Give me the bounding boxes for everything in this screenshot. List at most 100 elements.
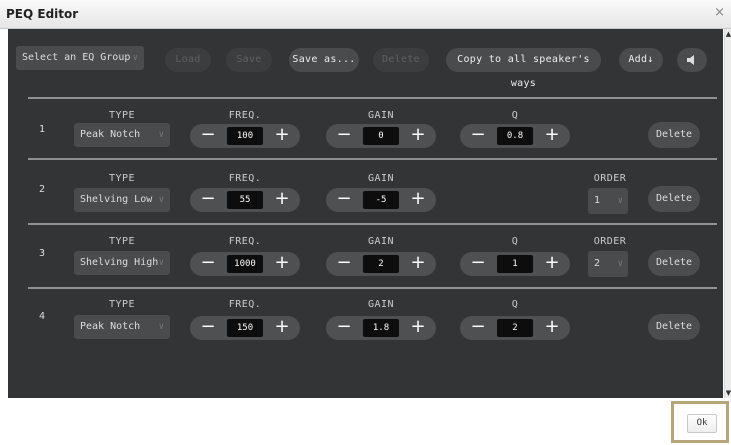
gain-label: GAIN [367,299,395,310]
gain-label: GAIN [367,173,395,184]
freq-label: FREQ. [228,173,262,184]
gain-value[interactable]: 2 [363,255,399,273]
gain-plus-button[interactable]: + [405,124,431,148]
freq-plus-button[interactable]: + [269,188,295,212]
freq-minus-button[interactable]: − [195,252,221,276]
type-label: TYPE [108,110,136,121]
row-separator [28,158,717,160]
type-select[interactable]: Shelving High ∨ [74,251,170,275]
freq-minus-button[interactable]: − [195,124,221,148]
type-value: Shelving High [80,257,159,268]
freq-plus-button[interactable]: + [269,124,295,148]
order-label: ORDER [593,173,627,184]
freq-plus-button[interactable]: + [269,252,295,276]
q-value[interactable]: 1 [497,255,533,273]
gain-plus-button[interactable]: + [405,252,431,276]
freq-stepper: − 1000 + [190,252,300,276]
row-separator [28,223,717,225]
q-minus-button[interactable]: − [465,252,491,276]
gain-value[interactable]: -5 [363,191,399,209]
row-separator [28,97,717,99]
gain-plus-button[interactable]: + [405,316,431,340]
scroll-down-icon[interactable]: ▼ [725,389,731,397]
gain-value[interactable]: 1.8 [363,319,399,337]
filter-number: 1 [39,124,46,135]
type-value: Shelving Low [80,194,153,205]
gain-label: GAIN [367,110,395,121]
type-select[interactable]: Peak Notch ∨ [74,315,170,339]
order-select[interactable]: 2 ∨ [588,251,628,277]
q-minus-button[interactable]: − [465,124,491,148]
freq-minus-button[interactable]: − [195,316,221,340]
type-value: Peak Notch [80,129,141,140]
gain-stepper: − 2 + [326,252,436,276]
q-plus-button[interactable]: + [539,252,565,276]
gain-minus-button[interactable]: − [331,124,357,148]
add-filter-button[interactable]: Add↓ [619,48,663,72]
ok-button[interactable]: Ok [687,414,717,433]
gain-label: GAIN [367,236,395,247]
copy-to-all-button[interactable]: Copy to all speaker's ways [446,48,601,89]
gain-stepper: − 1.8 + [326,316,436,340]
type-value: Peak Notch [80,321,141,332]
freq-value[interactable]: 150 [227,319,263,337]
delete-filter-button[interactable]: Delete [648,122,700,148]
freq-value[interactable]: 100 [227,127,263,145]
order-select[interactable]: 1 ∨ [588,188,628,214]
freq-stepper: − 55 + [190,188,300,212]
freq-minus-button[interactable]: − [195,188,221,212]
q-stepper: − 2 + [460,316,570,340]
freq-stepper: − 100 + [190,124,300,148]
scroll-up-icon[interactable]: ▲ [725,30,731,38]
chevron-down-icon: ∨ [158,258,164,268]
q-label: Q [511,110,519,121]
row-separator [28,287,717,289]
gain-minus-button[interactable]: − [331,252,357,276]
scrollbar[interactable]: ▲ ▼ [724,29,731,398]
freq-value[interactable]: 1000 [227,255,263,273]
eq-group-select[interactable]: Select an EQ Group ∨ [16,46,144,70]
type-select[interactable]: Shelving Low ∨ [74,188,170,212]
freq-plus-button[interactable]: + [269,316,295,340]
q-stepper: − 1 + [460,252,570,276]
chevron-down-icon: ∨ [617,259,623,269]
close-icon[interactable]: × [714,6,725,20]
gain-plus-button[interactable]: + [405,188,431,212]
type-label: TYPE [108,236,136,247]
freq-value[interactable]: 55 [227,191,263,209]
chevron-down-icon: ∨ [132,53,138,63]
ok-button-highlight: Ok [671,401,729,443]
q-value[interactable]: 2 [497,319,533,337]
q-value[interactable]: 0.8 [497,127,533,145]
title-bar: PEQ Editor × [0,0,731,29]
freq-label: FREQ. [228,110,262,121]
filter-number: 4 [39,311,46,322]
gain-value[interactable]: 0 [363,127,399,145]
order-value: 2 [594,258,601,269]
gain-minus-button[interactable]: − [331,316,357,340]
load-button[interactable]: Load [165,48,211,72]
q-minus-button[interactable]: − [465,316,491,340]
speaker-icon [687,55,694,65]
filter-number: 3 [39,248,46,259]
gain-minus-button[interactable]: − [331,188,357,212]
chevron-down-icon: ∨ [158,195,164,205]
chevron-down-icon: ∨ [617,196,623,206]
q-plus-button[interactable]: + [539,124,565,148]
q-label: Q [511,236,519,247]
filter-number: 2 [39,184,46,195]
q-plus-button[interactable]: + [539,316,565,340]
delete-filter-button[interactable]: Delete [648,250,700,276]
delete-group-button[interactable]: Delete [373,48,429,72]
type-select[interactable]: Peak Notch ∨ [74,123,170,147]
type-label: TYPE [108,173,136,184]
order-label: ORDER [593,236,627,247]
delete-filter-button[interactable]: Delete [648,314,700,340]
chevron-down-icon: ∨ [158,130,164,140]
save-button[interactable]: Save [226,48,272,72]
freq-label: FREQ. [228,236,262,247]
eq-group-select-value: Select an EQ Group [22,52,131,63]
save-as-button[interactable]: Save as... [289,48,359,72]
speaker-button[interactable] [677,48,707,72]
delete-filter-button[interactable]: Delete [648,186,700,212]
